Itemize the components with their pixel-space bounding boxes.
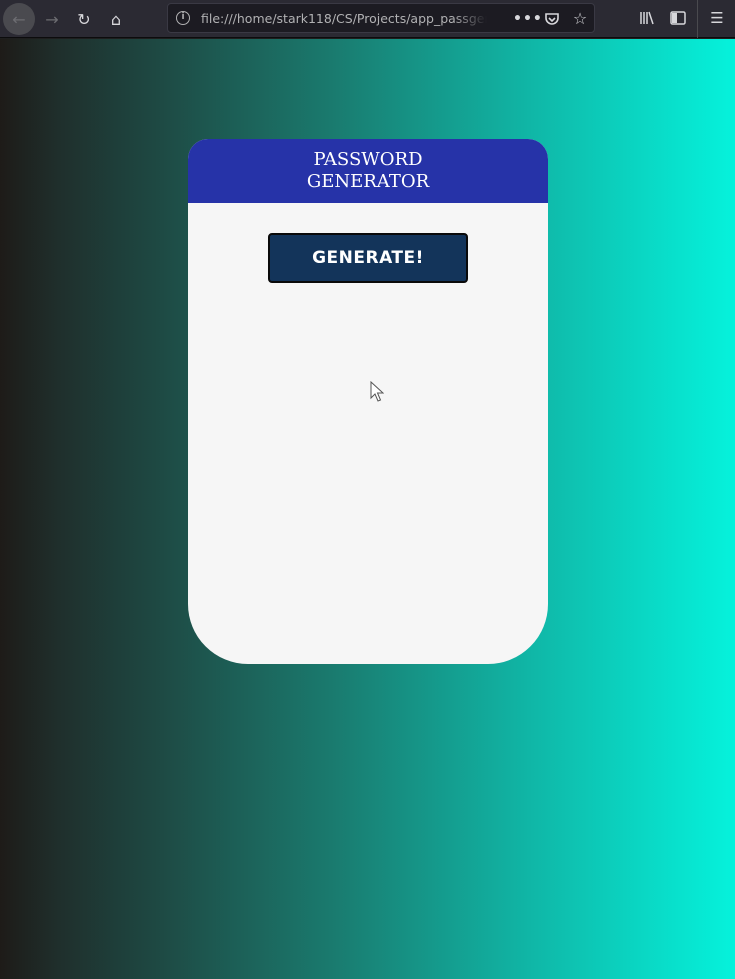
page-title-line-1: PASSWORD — [313, 149, 423, 170]
back-arrow-icon: ← — [12, 9, 26, 29]
toolbar-separator — [697, 0, 698, 38]
generate-button[interactable]: GENERATE! — [268, 233, 468, 283]
card-header: PASSWORD GENERATOR — [188, 139, 548, 203]
url-text[interactable]: file:///home/stark118/CS/Projects/app_pa… — [201, 11, 487, 26]
browser-toolbar: ← → ↻ ⌂ i file:///home/stark118/CS/Proje… — [0, 0, 735, 38]
home-button[interactable]: ⌂ — [100, 3, 132, 35]
site-info-icon[interactable]: i — [176, 11, 190, 25]
reload-icon: ↻ — [77, 9, 91, 29]
page-actions-icon[interactable]: ••• — [513, 8, 542, 30]
reload-button[interactable]: ↻ — [68, 3, 100, 35]
url-bar[interactable]: i file:///home/stark118/CS/Projects/app_… — [167, 3, 595, 33]
forward-arrow-icon: → — [45, 9, 59, 29]
bookmark-star-icon[interactable]: ☆ — [569, 8, 591, 30]
pocket-icon[interactable] — [541, 8, 563, 30]
home-icon: ⌂ — [110, 9, 122, 29]
mouse-cursor-icon — [370, 381, 384, 402]
page-background: PASSWORD GENERATOR GENERATE! — [0, 39, 735, 979]
hamburger-menu-icon[interactable]: ☰ — [702, 3, 732, 33]
back-button[interactable]: ← — [3, 3, 35, 35]
library-icon[interactable] — [632, 3, 662, 33]
forward-button[interactable]: → — [36, 3, 68, 35]
sidebar-icon[interactable] — [663, 3, 693, 33]
page-title-line-2: GENERATOR — [306, 171, 430, 192]
generator-card: PASSWORD GENERATOR GENERATE! — [188, 139, 548, 664]
